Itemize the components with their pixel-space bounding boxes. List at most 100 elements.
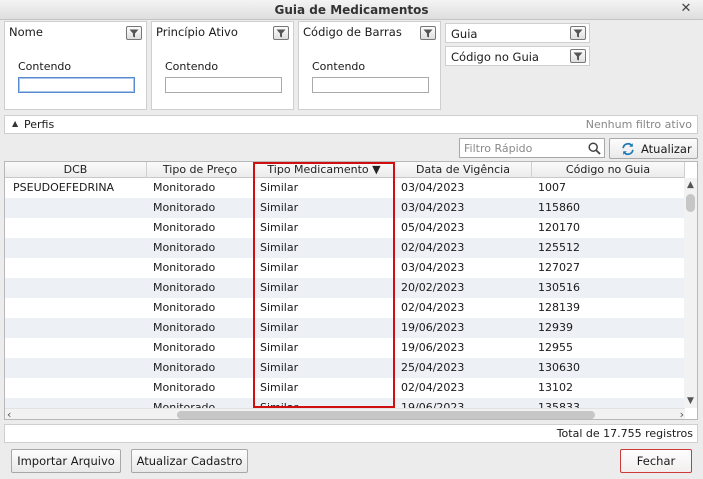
filter-label-principio-ativo: Princípio Ativo (156, 25, 238, 39)
nome-filter-input[interactable] (18, 77, 135, 93)
cell-data-vigencia: 02/04/2023 (401, 241, 465, 254)
table-header: DCB Tipo de Preço Tipo Medicamento ▼ Dat… (5, 162, 685, 178)
cell-tipo-medicamento: Similar (260, 341, 299, 354)
filter-funnel-icon[interactable] (273, 26, 289, 40)
table-row[interactable]: Monitorado Similar 25/04/2023 130630 (5, 358, 685, 378)
cell-dcb (9, 298, 147, 318)
cell-codigo-guia: 115860 (538, 201, 580, 214)
principio-ativo-filter-input[interactable] (165, 77, 282, 93)
scroll-down-icon[interactable]: ▼ (684, 395, 697, 407)
table-row[interactable]: Monitorado Similar 02/04/2023 13102 (5, 378, 685, 398)
filter-label-nome: Nome (9, 25, 43, 39)
cell-data-vigencia: 19/06/2023 (401, 321, 465, 334)
cell-dcb: PSEUDOEFEDRINA (13, 181, 115, 194)
filter-funnel-icon[interactable] (420, 26, 436, 40)
filter-label-guia: Guia (451, 27, 478, 41)
cell-tipo-medicamento: Similar (260, 361, 299, 374)
table-row[interactable]: Monitorado Similar 02/04/2023 128139 (5, 298, 685, 318)
update-register-button[interactable]: Atualizar Cadastro (131, 449, 248, 473)
column-header-data-vigencia[interactable]: Data de Vigência (395, 162, 532, 178)
filter-panel-nome: Nome Contendo (4, 21, 147, 110)
filter-contains-label: Contendo (18, 60, 72, 73)
column-header-tipo-medicamento[interactable]: Tipo Medicamento ▼ (254, 162, 395, 178)
cell-codigo-guia: 120170 (538, 221, 580, 234)
column-header-codigo-guia[interactable]: Código no Guia (532, 162, 685, 178)
cell-dcb (9, 218, 147, 238)
cell-codigo-guia: 12939 (538, 321, 573, 334)
horizontal-scrollbar[interactable]: ‹ › (5, 408, 685, 419)
column-header-dcb[interactable]: DCB (5, 162, 147, 178)
refresh-icon (621, 142, 635, 159)
filter-guia[interactable]: Guia (445, 23, 590, 43)
filter-label-codigo-barras: Código de Barras (303, 25, 402, 39)
cell-tipo-preco: Monitorado (153, 301, 216, 314)
cell-tipo-medicamento: Similar (260, 181, 299, 194)
cell-tipo-preco: Monitorado (153, 221, 216, 234)
cell-codigo-guia: 12955 (538, 341, 573, 354)
cell-dcb (9, 378, 147, 398)
cell-tipo-preco: Monitorado (153, 181, 216, 194)
filter-status: Nenhum filtro ativo (585, 118, 692, 131)
column-header-tipo-preco[interactable]: Tipo de Preço (147, 162, 254, 178)
cell-tipo-preco: Monitorado (153, 381, 216, 394)
scroll-left-icon[interactable]: ‹ (7, 408, 11, 419)
profiles-label: Perfis (24, 118, 55, 131)
quick-filter-input[interactable] (460, 139, 584, 157)
codigo-barras-filter-input[interactable] (312, 77, 429, 93)
cell-tipo-preco: Monitorado (153, 341, 216, 354)
cell-dcb (9, 198, 147, 218)
cell-tipo-medicamento: Similar (260, 261, 299, 274)
cell-tipo-preco: Monitorado (153, 261, 216, 274)
filter-funnel-icon[interactable] (570, 49, 586, 63)
table-row[interactable]: PSEUDOEFEDRINA Monitorado Similar 03/04/202… (5, 178, 685, 198)
table-row[interactable]: Monitorado Similar 20/02/2023 130516 (5, 278, 685, 298)
cell-data-vigencia: 25/04/2023 (401, 361, 465, 374)
filter-funnel-icon[interactable] (570, 26, 586, 40)
horizontal-scroll-thumb[interactable] (177, 411, 595, 419)
filter-contains-label: Contendo (165, 60, 219, 73)
cell-tipo-medicamento: Similar (260, 321, 299, 334)
filter-funnel-icon[interactable] (126, 26, 142, 40)
cell-tipo-preco: Monitorado (153, 361, 216, 374)
medications-table[interactable]: DCB Tipo de Preço Tipo Medicamento ▼ Dat… (4, 161, 698, 420)
cell-tipo-preco: Monitorado (153, 241, 216, 254)
cell-data-vigencia: 03/04/2023 (401, 181, 465, 194)
profiles-bar[interactable]: ▲ Perfis Nenhum filtro ativo (4, 115, 698, 134)
cell-tipo-preco: Monitorado (153, 321, 216, 334)
cell-dcb (9, 258, 147, 278)
scroll-right-icon[interactable]: › (680, 408, 684, 419)
cell-codigo-guia: 130516 (538, 281, 580, 294)
collapse-arrow-icon[interactable]: ▲ (12, 119, 18, 128)
filter-contains-label: Contendo (312, 60, 366, 73)
table-row[interactable]: Monitorado Similar 05/04/2023 120170 (5, 218, 685, 238)
cell-dcb (9, 338, 147, 358)
vertical-scrollbar[interactable]: ▲ ▼ (684, 178, 697, 408)
cell-data-vigencia: 03/04/2023 (401, 261, 465, 274)
table-row[interactable]: Monitorado Similar 02/04/2023 125512 (5, 238, 685, 258)
cell-codigo-guia: 125512 (538, 241, 580, 254)
table-row[interactable]: Monitorado Similar 03/04/2023 115860 (5, 198, 685, 218)
scroll-up-icon[interactable]: ▲ (684, 179, 697, 191)
vertical-scroll-thumb[interactable] (686, 194, 695, 212)
close-button[interactable]: Fechar (620, 449, 692, 473)
close-icon[interactable]: ✕ (678, 1, 694, 17)
cell-data-vigencia: 05/04/2023 (401, 221, 465, 234)
filter-panel-principio-ativo: Princípio Ativo Contendo (151, 21, 294, 110)
cell-tipo-medicamento: Similar (260, 381, 299, 394)
import-file-button[interactable]: Importar Arquivo (11, 449, 121, 473)
filter-codigo-guia[interactable]: Código no Guia (445, 46, 590, 66)
search-icon[interactable] (588, 142, 601, 158)
cell-dcb (9, 318, 147, 338)
filter-label-codigo-guia: Código no Guia (451, 50, 539, 64)
cell-codigo-guia: 130630 (538, 361, 580, 374)
refresh-label: Atualizar (641, 142, 692, 156)
cell-codigo-guia: 1007 (538, 181, 566, 194)
cell-tipo-preco: Monitorado (153, 281, 216, 294)
quick-filter-field[interactable] (459, 138, 605, 158)
cell-tipo-medicamento: Similar (260, 221, 299, 234)
table-row[interactable]: Monitorado Similar 19/06/2023 12939 (5, 318, 685, 338)
refresh-button[interactable]: Atualizar (609, 138, 698, 159)
table-row[interactable]: Monitorado Similar 03/04/2023 127027 (5, 258, 685, 278)
table-row[interactable]: Monitorado Similar 19/06/2023 12955 (5, 338, 685, 358)
cell-dcb (9, 358, 147, 378)
